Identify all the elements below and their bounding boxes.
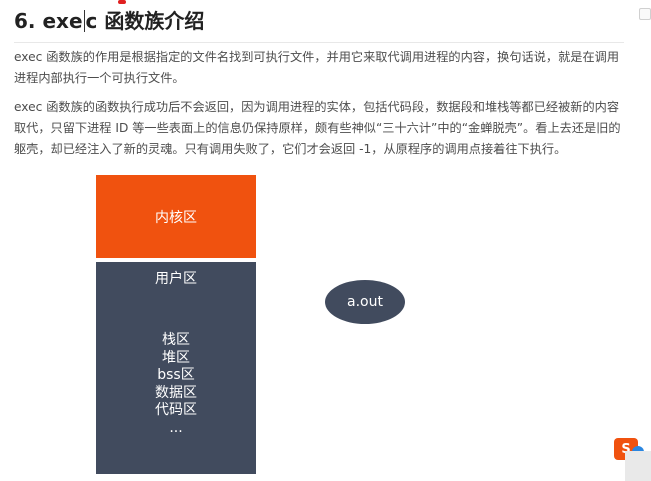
user-space-block: 用户区 栈区 堆区 bss区 数据区 代码区 ... — [96, 262, 256, 474]
corner-panel — [625, 451, 651, 481]
segment-stack: 栈区 — [162, 332, 190, 348]
segment-data: 数据区 — [155, 384, 197, 401]
user-space-label: 用户区 — [155, 271, 197, 287]
kernel-space-label: 内核区 — [155, 209, 197, 226]
program-label: a.out — [347, 294, 383, 310]
decorative-mark — [118, 0, 126, 4]
segment-bss: bss区 — [157, 367, 195, 383]
program-a-out-node: a.out — [325, 280, 405, 324]
segment-code: 代码区 — [155, 402, 197, 418]
paragraph-exec-purpose: exec 函数族的作用是根据指定的文件名找到可执行文件，并用它来取代调用进程的内… — [14, 50, 620, 85]
segment-heap: 堆区 — [162, 349, 190, 366]
text-cursor — [83, 10, 85, 32]
section-heading: 6. exe c 函数族介绍 — [14, 6, 624, 43]
paragraph-exec-behavior: exec 函数族的函数执行成功后不会返回，因为调用进程的实体，包括代码段，数据段… — [14, 100, 621, 156]
kernel-space-block: 内核区 — [96, 175, 256, 258]
segment-list: 栈区 堆区 bss区 数据区 代码区 ... — [96, 332, 256, 437]
segment-ellipsis: ... — [169, 419, 183, 436]
window-control-icon[interactable] — [639, 8, 651, 20]
